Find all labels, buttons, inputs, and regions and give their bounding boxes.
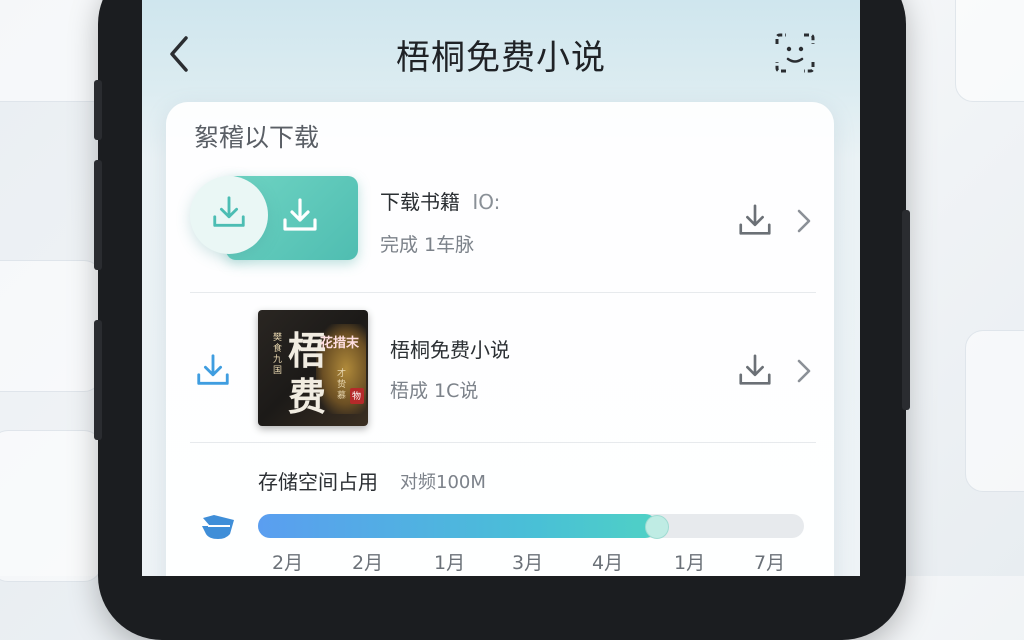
- item-title: 下载书籍 IO:: [380, 186, 500, 215]
- month-label: 2月: [352, 552, 384, 574]
- storage-quota: 对频100M: [400, 472, 486, 493]
- progress-knob[interactable]: [645, 515, 669, 539]
- background-card: [965, 330, 1024, 492]
- book-cover[interactable]: 梧 费 樊食九国 才贽慕 花措末 物: [258, 310, 368, 426]
- cover-tag: 花措末: [320, 336, 360, 351]
- phone-side-button: [94, 320, 102, 440]
- month-label: 2月: [272, 552, 304, 574]
- month-label: 7月: [754, 552, 786, 574]
- month-label: 1月: [434, 552, 466, 574]
- item-title: 梧桐免费小说: [390, 338, 510, 362]
- storage-progress-fill: [258, 514, 657, 538]
- download-row[interactable]: 梧 费 樊食九国 才贽慕 花措末 物 梧桐免费小说 梧成 1C说: [166, 294, 834, 444]
- top-bar: 梧桐免费小说: [142, 0, 860, 100]
- page-title: 梧桐免费小说: [396, 38, 606, 78]
- storage-title: 存储空间占用: [258, 470, 378, 494]
- phone-power-button: [902, 210, 910, 410]
- face-scan-icon[interactable]: [774, 32, 816, 74]
- section-title: 絮稽以下载: [194, 123, 320, 152]
- cover-badge-text: 物: [352, 392, 362, 402]
- storage-progress-bar: [258, 514, 804, 539]
- storage-icon: [202, 515, 234, 539]
- item-subtitle: 梧成 1C说: [390, 380, 479, 402]
- background-card: [0, 260, 102, 392]
- cover-side-text: 樊食九国: [271, 332, 281, 376]
- month-label: 3月: [512, 552, 544, 574]
- downloads-card: 絮稽以下载 下载书籍 IO: 完成 1车脉 梧 费 樊食九国 才贽慕 花措末 物…: [166, 102, 834, 576]
- background-card: [0, 430, 102, 582]
- chevron-right-icon[interactable]: [794, 356, 814, 386]
- background-card: [955, 0, 1024, 102]
- download-icon[interactable]: [194, 352, 232, 390]
- divider: [190, 292, 816, 293]
- cover-side-text: 才贽慕: [335, 368, 345, 401]
- phone-side-button: [94, 160, 102, 270]
- download-icon[interactable]: [736, 352, 774, 390]
- download-row[interactable]: 下载书籍 IO: 完成 1车脉: [166, 166, 834, 292]
- month-axis: 2月 2月 1月 3月 4月 1月 7月: [258, 548, 818, 576]
- item-title-text: 下载书籍: [380, 190, 460, 214]
- month-label: 4月: [592, 552, 624, 574]
- item-title-extra: IO:: [472, 190, 501, 214]
- divider: [190, 442, 816, 443]
- item-subtitle: 完成 1车脉: [380, 234, 475, 256]
- cover-badge: 物: [350, 388, 364, 404]
- app-screen: 梧桐免费小说 絮稽以下载 下载书籍 IO: 完成 1车脉 梧 费 樊食九国 才贽…: [142, 0, 860, 576]
- download-icon: [213, 196, 245, 227]
- cover-char: 费: [288, 374, 327, 419]
- phone-side-button: [94, 80, 102, 140]
- month-label: 1月: [674, 552, 706, 574]
- download-circle-button[interactable]: [190, 176, 268, 254]
- chevron-right-icon[interactable]: [794, 206, 814, 236]
- download-icon: [283, 198, 317, 231]
- download-icon[interactable]: [736, 202, 774, 240]
